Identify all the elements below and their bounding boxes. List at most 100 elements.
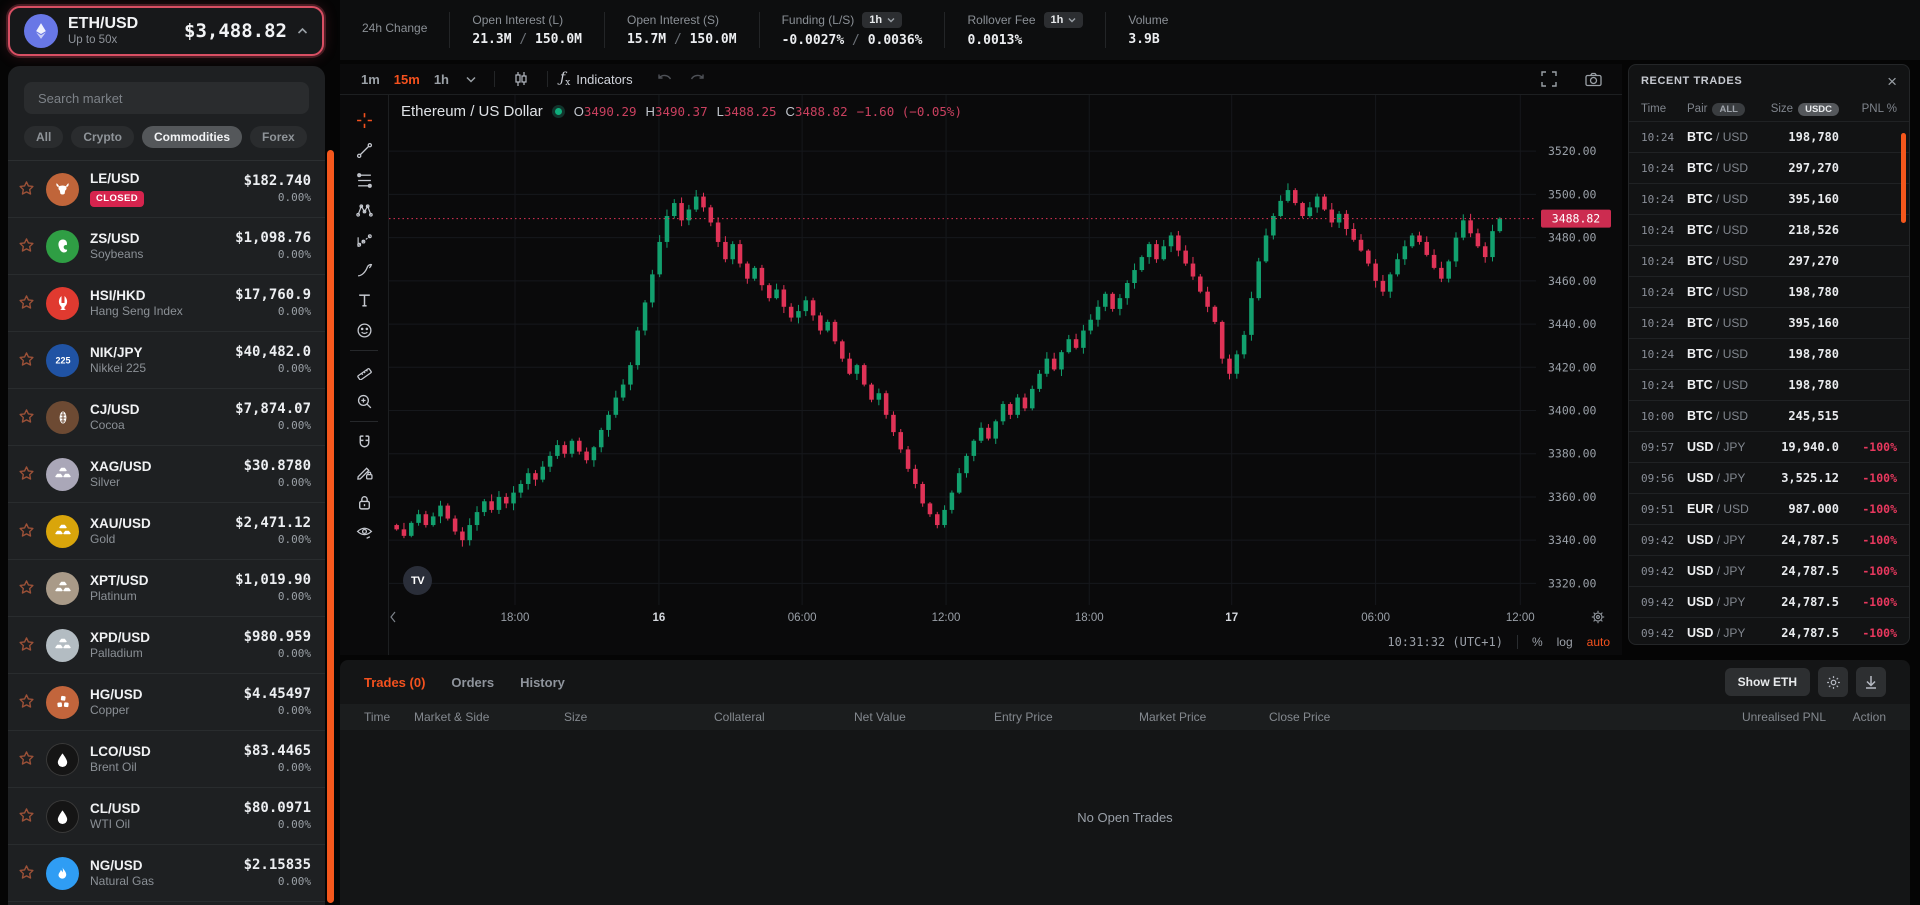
fullscreen-icon[interactable]: [1535, 71, 1563, 87]
market-row-hg-usd[interactable]: HG/USD Copper $4.45497 0.00%: [8, 674, 325, 731]
favorite-star-icon[interactable]: [18, 465, 36, 483]
favorite-star-icon[interactable]: [18, 636, 36, 654]
redo-icon[interactable]: [683, 73, 711, 85]
favorite-star-icon[interactable]: [18, 237, 36, 255]
recent-trade-row[interactable]: 09:57 USD / JPY 19,940.0 -100%: [1629, 431, 1909, 462]
download-icon[interactable]: [1856, 667, 1886, 697]
stat-value: -0.0027% / 0.0036%: [781, 33, 923, 48]
recent-trade-row[interactable]: 10:24 BTC / USD 198,780: [1629, 369, 1909, 400]
tab-history[interactable]: History: [520, 675, 565, 690]
filter-forex[interactable]: Forex: [250, 126, 307, 148]
emoji-icon[interactable]: [347, 315, 381, 345]
recent-trades-scrollbar[interactable]: [1901, 133, 1906, 223]
pair-filter-badge[interactable]: ALL: [1712, 102, 1745, 116]
size-currency-badge[interactable]: USDC: [1798, 102, 1839, 116]
timeframe-1m[interactable]: 1m: [354, 70, 387, 89]
recent-trade-row[interactable]: 10:24 BTC / USD 198,780: [1629, 121, 1909, 152]
favorite-star-icon[interactable]: [18, 693, 36, 711]
fib-retracement-icon[interactable]: [347, 165, 381, 195]
recent-trade-row[interactable]: 10:24 BTC / USD 395,160: [1629, 307, 1909, 338]
eye-icon[interactable]: [347, 517, 381, 547]
drawing-mode-icon[interactable]: [347, 457, 381, 487]
crosshair-icon[interactable]: [347, 105, 381, 135]
indicators-button[interactable]: ƒx Indicators: [560, 70, 633, 88]
recent-trade-row[interactable]: 09:56 USD / JPY 3,525.12 -100%: [1629, 462, 1909, 493]
favorite-star-icon[interactable]: [18, 750, 36, 768]
favorite-star-icon[interactable]: [18, 294, 36, 312]
ruler-icon[interactable]: [347, 356, 381, 386]
percent-scale-button[interactable]: %: [1532, 635, 1543, 649]
recent-trade-row[interactable]: 10:24 BTC / USD 198,780: [1629, 338, 1909, 369]
text-icon[interactable]: [347, 285, 381, 315]
filter-crypto[interactable]: Crypto: [71, 126, 135, 148]
stat-label: 24h Change: [362, 20, 428, 35]
trade-pair: USD / JPY: [1687, 595, 1746, 609]
favorite-star-icon[interactable]: [18, 864, 36, 882]
recent-trade-row[interactable]: 09:51 EUR / USD 987.000 -100%: [1629, 493, 1909, 524]
market-row-cl-usd[interactable]: CL/USD WTI Oil $80.0971 0.00%: [8, 788, 325, 845]
recent-trade-row[interactable]: 10:24 BTC / USD 395,160: [1629, 183, 1909, 214]
recent-trade-row[interactable]: 09:42 USD / JPY 24,787.5 -100%: [1629, 617, 1909, 644]
search-input[interactable]: [36, 89, 297, 107]
market-row-ng-usd[interactable]: NG/USD Natural Gas $2.15835 0.00%: [8, 845, 325, 902]
recent-trade-row[interactable]: 10:24 BTC / USD 297,270: [1629, 152, 1909, 183]
market-row-nik-jpy[interactable]: 225 NIK/JPY Nikkei 225 $40,482.0 0.00%: [8, 332, 325, 389]
market-row-lco-usd[interactable]: LCO/USD Brent Oil $83.4465 0.00%: [8, 731, 325, 788]
favorite-star-icon[interactable]: [18, 579, 36, 597]
sidebar-scrollbar[interactable]: [327, 150, 334, 903]
market-row-le-usd[interactable]: LE/USD CLOSED $182.740 0.00%: [8, 161, 325, 218]
market-row-cj-usd[interactable]: CJ/USD Cocoa $7,874.07 0.00%: [8, 389, 325, 446]
lock-icon[interactable]: [347, 487, 381, 517]
auto-scale-button[interactable]: auto: [1587, 635, 1610, 649]
timeframe-15m[interactable]: 15m: [387, 70, 427, 89]
forecast-icon[interactable]: [347, 225, 381, 255]
col-pnl: PNL %: [1861, 103, 1897, 115]
xabcd-pattern-icon[interactable]: [347, 195, 381, 225]
favorite-star-icon[interactable]: [18, 522, 36, 540]
candlestick-chart[interactable]: 3520.00 3500.00 3480.00 3460.00 3440.00 3420.…: [389, 95, 1622, 629]
candles-icon[interactable]: [507, 71, 535, 87]
camera-icon[interactable]: [1579, 72, 1608, 87]
search-market-box[interactable]: [24, 82, 309, 114]
brush-icon[interactable]: [347, 255, 381, 285]
pair-selector[interactable]: ETH/USD Up to 50x $3,488.82: [8, 6, 324, 56]
filter-commodities[interactable]: Commodities: [142, 126, 243, 148]
show-eth-button[interactable]: Show ETH: [1724, 668, 1810, 696]
chart-plot[interactable]: 3520.00 3500.00 3480.00 3460.00 3440.00 3420.…: [389, 95, 1622, 629]
market-row-xpt-usd[interactable]: XPT/USD Platinum $1,019.90 0.00%: [8, 560, 325, 617]
recent-trade-row[interactable]: 10:00 BTC / USD 245,515: [1629, 400, 1909, 431]
close-icon[interactable]: ×: [1887, 73, 1897, 90]
gear-icon[interactable]: [1818, 667, 1848, 697]
tab-orders[interactable]: Orders: [451, 675, 494, 690]
recent-trade-row[interactable]: 09:42 USD / JPY 24,787.5 -100%: [1629, 524, 1909, 555]
recent-trade-row[interactable]: 10:24 BTC / USD 198,780: [1629, 276, 1909, 307]
timeframe-dropdown[interactable]: 1h: [1043, 12, 1084, 28]
market-row-zs-usd[interactable]: ZS/USD Soybeans $1,098.76 0.00%: [8, 218, 325, 275]
magnet-icon[interactable]: [347, 427, 381, 457]
timeframe-1h[interactable]: 1h: [427, 70, 456, 89]
recent-trade-row[interactable]: 09:42 USD / JPY 24,787.5 -100%: [1629, 586, 1909, 617]
chevron-down-icon[interactable]: [460, 76, 482, 83]
pan-left-icon[interactable]: [390, 611, 396, 623]
market-row-xau-usd[interactable]: XAU/USD Gold $2,471.12 0.00%: [8, 503, 325, 560]
zoom-in-icon[interactable]: [347, 386, 381, 416]
trend-line-icon[interactable]: [347, 135, 381, 165]
favorite-star-icon[interactable]: [18, 408, 36, 426]
undo-icon[interactable]: [651, 73, 679, 85]
favorite-star-icon[interactable]: [18, 351, 36, 369]
recent-trade-row[interactable]: 10:24 BTC / USD 218,526: [1629, 214, 1909, 245]
time-axis-settings-icon[interactable]: [1591, 610, 1605, 624]
tab-trades-0-[interactable]: Trades (0): [364, 675, 425, 690]
trade-size: 198,780: [1788, 285, 1839, 299]
tradingview-logo[interactable]: TV: [403, 566, 432, 595]
favorite-star-icon[interactable]: [18, 180, 36, 198]
recent-trade-row[interactable]: 09:42 USD / JPY 24,787.5 -100%: [1629, 555, 1909, 586]
log-scale-button[interactable]: log: [1557, 635, 1573, 649]
filter-all[interactable]: All: [24, 126, 64, 148]
market-row-hsi-hkd[interactable]: HSI/HKD Hang Seng Index $17,760.9 0.00%: [8, 275, 325, 332]
favorite-star-icon[interactable]: [18, 807, 36, 825]
market-row-xpd-usd[interactable]: XPD/USD Palladium $980.959 0.00%: [8, 617, 325, 674]
timeframe-dropdown[interactable]: 1h: [862, 12, 903, 28]
market-row-xag-usd[interactable]: XAG/USD Silver $30.8780 0.00%: [8, 446, 325, 503]
recent-trade-row[interactable]: 10:24 BTC / USD 297,270: [1629, 245, 1909, 276]
